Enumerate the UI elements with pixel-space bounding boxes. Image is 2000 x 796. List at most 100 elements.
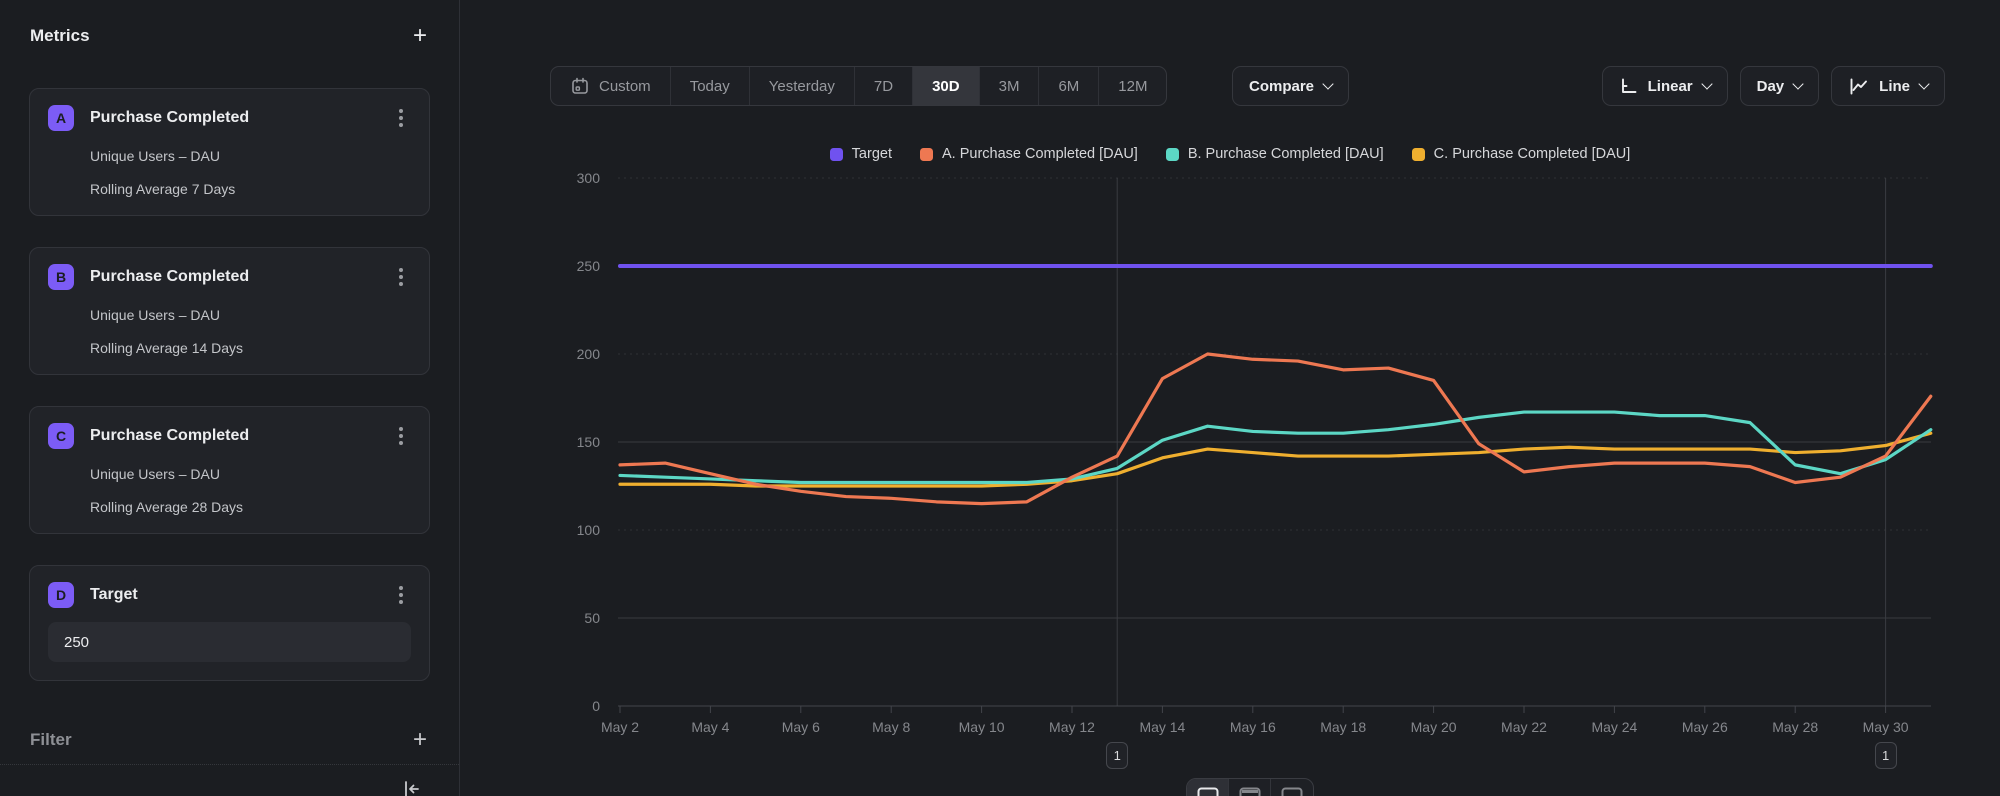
collapse-sidebar-button[interactable] <box>401 778 423 796</box>
metric-title: Purchase Completed <box>90 268 391 286</box>
granularity-label: Day <box>1757 78 1785 95</box>
date-range-30d[interactable]: 30D <box>913 67 980 105</box>
metric-badge-c: C <box>48 423 74 449</box>
filter-header: Filter + <box>30 726 429 754</box>
chart-type-label: Line <box>1879 78 1910 95</box>
layout-panel-outline-button[interactable] <box>1187 779 1229 796</box>
x-axis-label: May 6 <box>782 719 820 735</box>
y-axis-label: 0 <box>592 698 600 714</box>
metric-menu-button[interactable] <box>391 582 411 608</box>
sidebar-divider <box>0 764 459 765</box>
chevron-down-icon <box>1918 78 1929 89</box>
layout-panel-plain-button[interactable] <box>1271 779 1313 796</box>
target-card[interactable]: D Target <box>29 565 430 681</box>
x-axis-label: May 14 <box>1139 719 1185 735</box>
layout-panel-top-bar-button[interactable] <box>1229 779 1271 796</box>
metric-badge-d: D <box>48 582 74 608</box>
kebab-menu-icon <box>399 593 403 597</box>
x-axis-label: May 12 <box>1049 719 1095 735</box>
x-axis-label: May 16 <box>1230 719 1276 735</box>
chart-settings-toolbar: Linear Day Line <box>1602 66 1945 106</box>
chevron-down-icon <box>1701 78 1712 89</box>
date-range-custom[interactable]: Custom <box>551 67 671 105</box>
kebab-menu-icon <box>399 275 403 279</box>
chart-canvas[interactable]: 050100150200250300May 2May 4May 6May 8Ma… <box>460 130 2000 796</box>
x-axis-label: May 10 <box>959 719 1005 735</box>
y-axis-label: 250 <box>577 258 601 274</box>
kebab-menu-icon <box>399 116 403 120</box>
x-axis-label: May 28 <box>1772 719 1818 735</box>
metric-menu-button[interactable] <box>391 105 411 131</box>
date-range-12m[interactable]: 12M <box>1099 67 1166 105</box>
annotation-badge[interactable]: 1 <box>1875 742 1897 769</box>
compare-label: Compare <box>1249 78 1314 95</box>
scale-button[interactable]: Linear <box>1602 66 1728 106</box>
x-axis-label: May 18 <box>1320 719 1366 735</box>
app-root: Metrics + A Purchase Completed Unique Us… <box>0 0 2000 796</box>
y-axis-label: 50 <box>584 610 600 626</box>
collapse-left-icon <box>401 778 423 796</box>
metric-measure: Unique Users – DAU <box>48 466 411 482</box>
y-axis-label: 300 <box>577 170 601 186</box>
metric-card-a[interactable]: A Purchase Completed Unique Users – DAU … <box>29 88 430 216</box>
segment-label: 6M <box>1058 78 1079 95</box>
date-range-7d[interactable]: 7D <box>855 67 913 105</box>
metric-title: Purchase Completed <box>90 427 391 445</box>
x-axis-label: May 20 <box>1411 719 1457 735</box>
panel-outline-icon <box>1197 787 1219 796</box>
y-axis-label: 150 <box>577 434 601 450</box>
chart-layout-switcher <box>1186 778 1314 796</box>
compare-button[interactable]: Compare <box>1232 66 1349 106</box>
add-metric-button[interactable]: + <box>411 24 429 48</box>
add-filter-button[interactable]: + <box>411 728 429 752</box>
metric-card-b[interactable]: B Purchase Completed Unique Users – DAU … <box>29 247 430 375</box>
panel-plain-icon <box>1281 787 1303 796</box>
metric-badge-a: A <box>48 105 74 131</box>
metric-transform: Rolling Average 28 Days <box>48 499 411 515</box>
segment-label: 3M <box>999 78 1020 95</box>
metric-menu-button[interactable] <box>391 264 411 290</box>
axis-scale-icon <box>1619 77 1638 96</box>
x-axis-label: May 4 <box>691 719 729 735</box>
segment-label: Today <box>690 78 730 95</box>
metric-menu-button[interactable] <box>391 423 411 449</box>
segment-label: 12M <box>1118 78 1147 95</box>
segment-label: Yesterday <box>769 78 835 95</box>
scale-label: Linear <box>1648 78 1693 95</box>
panel-top-bar-icon <box>1239 787 1261 796</box>
metrics-heading: Metrics <box>30 26 90 46</box>
sidebar: Metrics + A Purchase Completed Unique Us… <box>0 0 460 796</box>
x-axis-label: May 26 <box>1682 719 1728 735</box>
filter-heading: Filter <box>30 730 72 750</box>
date-range-6m[interactable]: 6M <box>1039 67 1099 105</box>
segment-label: Custom <box>599 78 651 95</box>
granularity-button[interactable]: Day <box>1740 66 1820 106</box>
metrics-header: Metrics + <box>30 22 429 50</box>
metric-title: Purchase Completed <box>90 109 391 127</box>
metric-card-c[interactable]: C Purchase Completed Unique Users – DAU … <box>29 406 430 534</box>
series-line-c <box>620 433 1931 486</box>
x-axis-label: May 24 <box>1591 719 1637 735</box>
annotation-badge[interactable]: 1 <box>1106 742 1128 769</box>
metric-transform: Rolling Average 7 Days <box>48 181 411 197</box>
target-value-input[interactable] <box>48 622 411 662</box>
date-range-3m[interactable]: 3M <box>980 67 1040 105</box>
chart-type-button[interactable]: Line <box>1831 66 1945 106</box>
chart-area: 050100150200250300May 2May 4May 6May 8Ma… <box>460 130 2000 796</box>
metric-measure: Unique Users – DAU <box>48 148 411 164</box>
x-axis-label: May 30 <box>1863 719 1909 735</box>
x-axis-label: May 2 <box>601 719 639 735</box>
date-range-control: Custom Today Yesterday 7D 30D 3M 6M 12M <box>550 66 1167 106</box>
y-axis-label: 200 <box>577 346 601 362</box>
kebab-menu-icon <box>399 434 403 438</box>
segment-label: 30D <box>932 78 960 95</box>
chevron-down-icon <box>1792 78 1803 89</box>
date-range-yesterday[interactable]: Yesterday <box>750 67 855 105</box>
x-axis-label: May 8 <box>872 719 910 735</box>
metric-measure: Unique Users – DAU <box>48 307 411 323</box>
calendar-icon <box>570 76 590 96</box>
series-line-b <box>620 412 1931 482</box>
line-chart-icon <box>1848 77 1869 96</box>
x-axis-label: May 22 <box>1501 719 1547 735</box>
date-range-today[interactable]: Today <box>671 67 750 105</box>
